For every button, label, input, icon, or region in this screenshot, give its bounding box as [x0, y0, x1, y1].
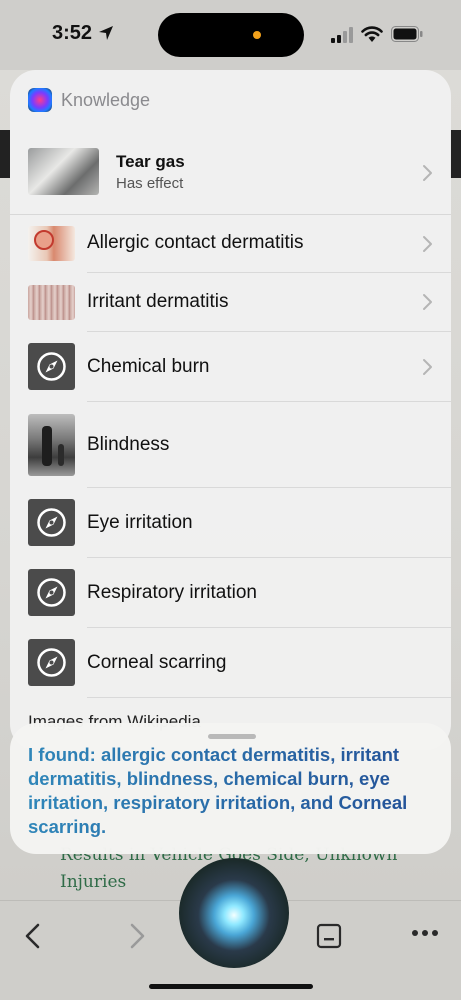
list-item-chemical-burn[interactable]: Chemical burn	[10, 332, 451, 402]
compass-icon	[37, 648, 66, 677]
background-decoration	[0, 130, 10, 178]
divider	[87, 697, 451, 698]
compass-tile	[28, 343, 75, 390]
status-time: 3:52	[52, 22, 93, 44]
list-item-corneal-scarring[interactable]: Corneal scarring	[10, 628, 451, 698]
list-item-blindness[interactable]: Blindness	[10, 402, 451, 488]
battery-icon	[391, 26, 423, 42]
figure-silhouette	[58, 444, 64, 466]
figure-silhouette	[42, 426, 52, 466]
siri-orb[interactable]	[179, 858, 289, 968]
chevron-right-icon	[423, 359, 432, 375]
home-indicator[interactable]	[149, 984, 313, 989]
status-bar: 3:52	[0, 0, 461, 70]
item-label: Irritant dermatitis	[87, 291, 229, 312]
tabs-icon[interactable]	[316, 923, 342, 949]
background-decoration	[450, 130, 461, 178]
item-label: Allergic contact dermatitis	[87, 232, 304, 253]
blindness-thumbnail	[28, 414, 75, 476]
forward-icon[interactable]	[127, 923, 147, 949]
wifi-icon	[361, 26, 383, 42]
compass-tile	[28, 569, 75, 616]
siri-answer-panel[interactable]: I found: allergic contact dermatitis, ir…	[10, 723, 451, 854]
activity-dot-icon	[253, 31, 261, 39]
irritant-dermatitis-thumbnail	[28, 285, 75, 320]
list-item-irritant-dermatitis[interactable]: Irritant dermatitis	[10, 273, 451, 332]
list-item-eye-irritation[interactable]: Eye irritation	[10, 488, 451, 558]
back-icon[interactable]	[23, 923, 43, 949]
card-header: Knowledge	[28, 88, 433, 114]
knowledge-card: Knowledge Tear gas Has effect Allergic c…	[10, 70, 451, 750]
compass-icon	[37, 508, 66, 537]
lesion-marker	[34, 230, 54, 250]
dermatitis-thumbnail	[28, 226, 75, 261]
top-item-title: Tear gas	[116, 152, 185, 171]
siri-app-icon	[28, 88, 52, 112]
cellular-signal-icon	[331, 27, 353, 43]
dynamic-island	[158, 13, 304, 57]
item-label: Chemical burn	[87, 356, 210, 377]
top-item-subtitle: Has effect	[116, 175, 184, 192]
siri-answer-text: I found: allergic contact dermatitis, ir…	[28, 743, 438, 839]
tear-gas-thumbnail	[28, 148, 99, 195]
screen: Results in Vehicle Goes Side, Unknown In…	[0, 0, 461, 1000]
tear-gas-item[interactable]: Tear gas Has effect	[10, 142, 451, 215]
chevron-right-icon	[423, 294, 432, 310]
list-item-respiratory-irritation[interactable]: Respiratory irritation	[10, 558, 451, 628]
compass-tile	[28, 639, 75, 686]
item-label: Corneal scarring	[87, 652, 227, 673]
card-title: Knowledge	[61, 90, 151, 110]
item-label: Eye irritation	[87, 512, 193, 533]
compass-icon	[37, 352, 66, 381]
location-arrow-icon	[99, 26, 113, 40]
chevron-right-icon	[423, 236, 432, 252]
chevron-right-icon	[423, 165, 432, 181]
item-label: Respiratory irritation	[87, 582, 257, 603]
compass-icon	[37, 578, 66, 607]
sheet-grabber[interactable]	[208, 734, 256, 739]
more-icon[interactable]	[411, 929, 439, 937]
compass-tile	[28, 499, 75, 546]
list-item-allergic-contact-dermatitis[interactable]: Allergic contact dermatitis	[10, 215, 451, 273]
item-label: Blindness	[87, 434, 170, 455]
